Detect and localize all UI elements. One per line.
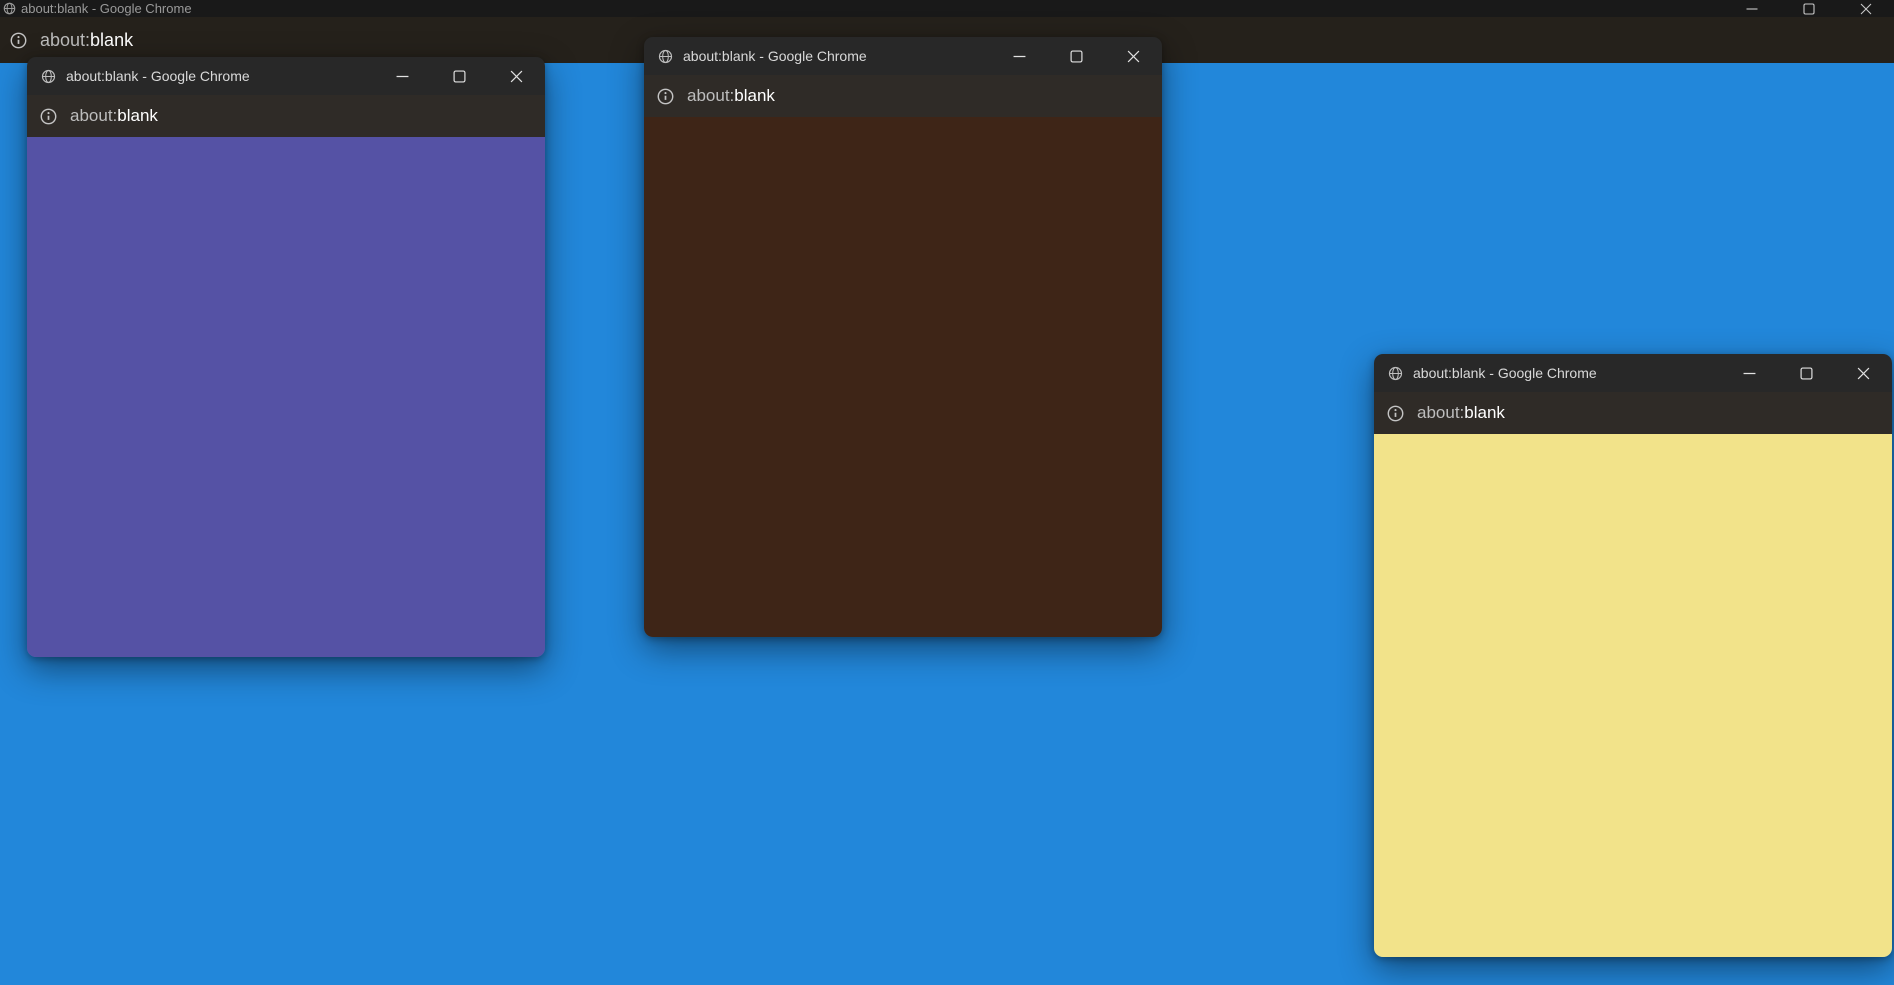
globe-icon bbox=[3, 2, 16, 15]
window-titlebar[interactable]: about:blank - Google Chrome bbox=[644, 37, 1162, 75]
window-titlebar[interactable]: about:blank - Google Chrome bbox=[27, 57, 545, 95]
window-controls bbox=[991, 37, 1162, 75]
window-controls bbox=[374, 57, 545, 95]
info-icon[interactable] bbox=[656, 87, 675, 106]
maximize-button[interactable] bbox=[1048, 37, 1105, 75]
url-text: about:blank bbox=[687, 86, 775, 106]
window-controls bbox=[1723, 0, 1894, 17]
info-icon[interactable] bbox=[9, 31, 28, 50]
maximize-button[interactable] bbox=[1778, 354, 1835, 392]
close-button[interactable] bbox=[488, 57, 545, 95]
page-content bbox=[27, 137, 545, 657]
window-titlebar[interactable]: about:blank - Google Chrome bbox=[1374, 354, 1892, 392]
chrome-window-3: about:blank - Google Chrome about:blank bbox=[1374, 354, 1892, 957]
page-content bbox=[1374, 434, 1892, 957]
url-scheme: about: bbox=[70, 106, 118, 125]
maximize-button[interactable] bbox=[431, 57, 488, 95]
chrome-window-2: about:blank - Google Chrome about:blank bbox=[644, 37, 1162, 637]
url-text: about:blank bbox=[40, 30, 133, 51]
minimize-button[interactable] bbox=[1721, 354, 1778, 392]
url-host: blank bbox=[734, 86, 775, 105]
url-text: about:blank bbox=[70, 106, 158, 126]
info-icon[interactable] bbox=[1386, 404, 1405, 423]
info-icon[interactable] bbox=[39, 107, 58, 126]
globe-icon bbox=[658, 49, 673, 64]
maximize-button[interactable] bbox=[1780, 0, 1837, 17]
url-text: about:blank bbox=[1417, 403, 1505, 423]
window-addressbar: about:blank bbox=[1374, 392, 1892, 434]
window-title: about:blank - Google Chrome bbox=[21, 1, 192, 16]
window-addressbar: about:blank bbox=[644, 75, 1162, 117]
desktop: about:blank - Google Chrome about:blank bbox=[0, 0, 1894, 985]
url-host: blank bbox=[117, 106, 158, 125]
globe-icon bbox=[41, 69, 56, 84]
window-title: about:blank - Google Chrome bbox=[66, 68, 250, 84]
minimize-button[interactable] bbox=[991, 37, 1048, 75]
url-scheme: about: bbox=[687, 86, 735, 105]
globe-icon bbox=[1388, 366, 1403, 381]
close-button[interactable] bbox=[1835, 354, 1892, 392]
page-content bbox=[644, 117, 1162, 637]
window-title: about:blank - Google Chrome bbox=[683, 48, 867, 64]
chrome-window-1: about:blank - Google Chrome about:blank bbox=[27, 57, 545, 657]
close-button[interactable] bbox=[1105, 37, 1162, 75]
window-controls bbox=[1721, 354, 1892, 392]
background-window-titlebar[interactable]: about:blank - Google Chrome bbox=[0, 0, 1894, 17]
url-scheme: about: bbox=[40, 29, 91, 50]
url-scheme: about: bbox=[1417, 403, 1465, 422]
minimize-button[interactable] bbox=[1723, 0, 1780, 17]
window-title: about:blank - Google Chrome bbox=[1413, 365, 1597, 381]
url-host: blank bbox=[90, 29, 134, 50]
minimize-button[interactable] bbox=[374, 57, 431, 95]
window-addressbar: about:blank bbox=[27, 95, 545, 137]
close-button[interactable] bbox=[1837, 0, 1894, 17]
url-host: blank bbox=[1464, 403, 1505, 422]
